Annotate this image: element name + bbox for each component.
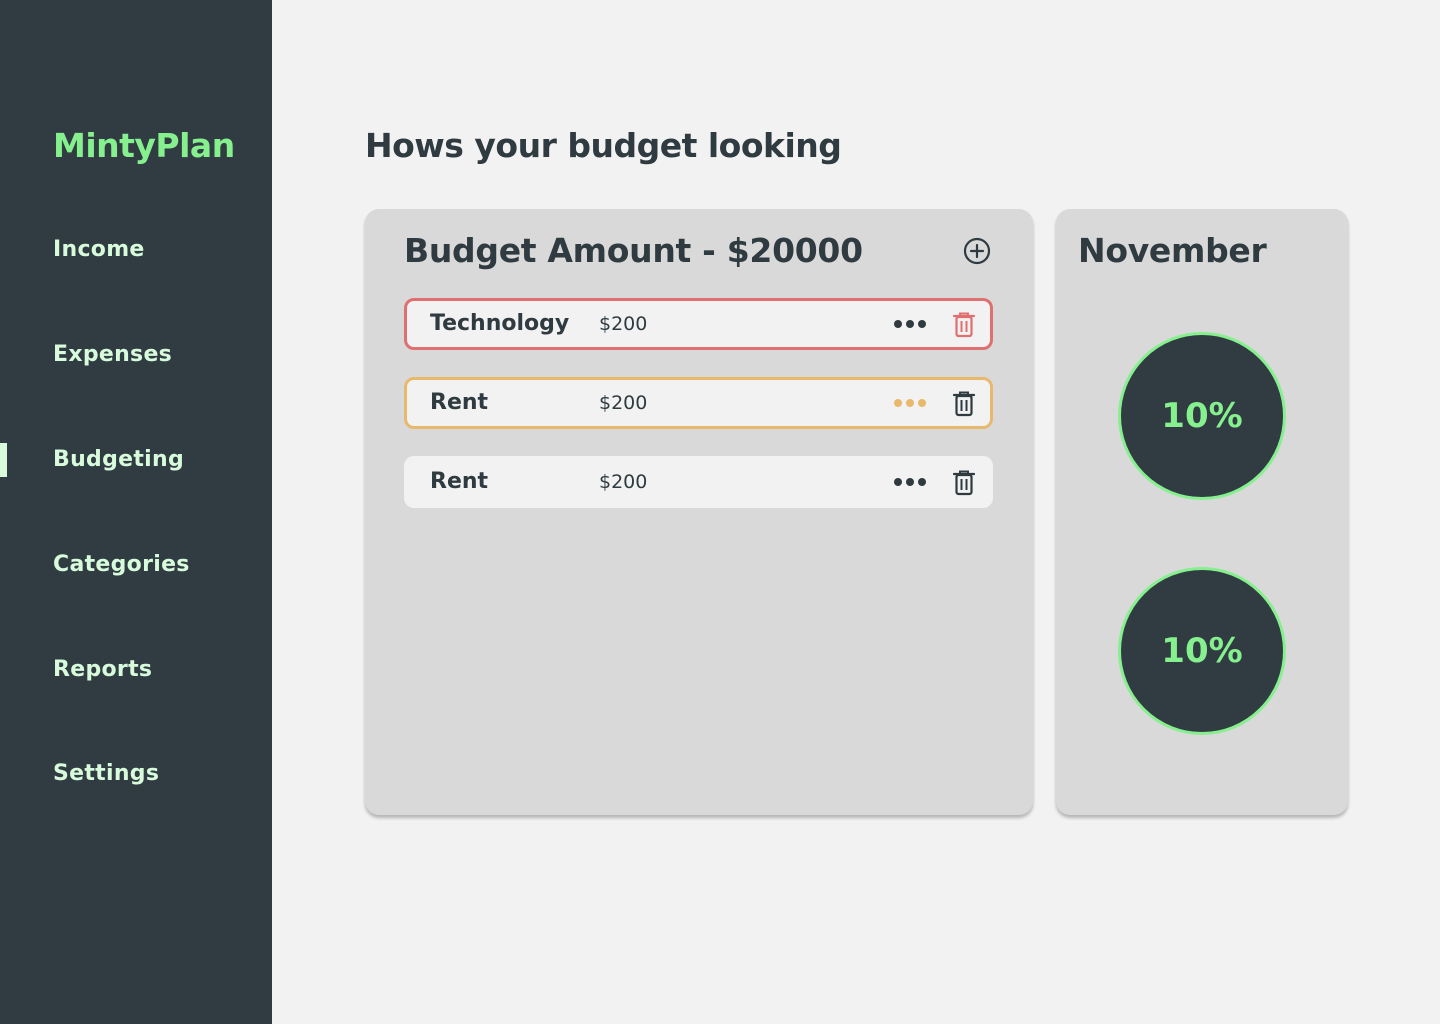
add-budget-item-button[interactable] [963, 237, 991, 265]
active-indicator [0, 443, 7, 477]
budget-item-row[interactable]: Rent $200 [404, 377, 993, 429]
page-title: Hows your budget looking [365, 126, 842, 165]
budget-item-name: Rent [430, 390, 489, 415]
sidebar-item-label: Expenses [53, 342, 173, 367]
sidebar-item-label: Reports [53, 657, 153, 682]
budget-card: Budget Amount - $20000 Technology $200 R… [365, 209, 1033, 815]
more-options-button[interactable] [890, 392, 930, 414]
sidebar-item-categories[interactable]: Categories [0, 546, 272, 586]
budget-item-amount: $200 [599, 392, 648, 414]
delete-button[interactable] [952, 390, 976, 418]
sidebar-item-budgeting[interactable]: Budgeting [0, 441, 272, 481]
percentage-value: 10% [1161, 631, 1243, 671]
percentage-stat: 10% [1118, 567, 1286, 735]
more-horizontal-icon [894, 320, 926, 328]
app-logo[interactable]: MintyPlan [53, 126, 235, 165]
sidebar: MintyPlan Income Expenses Budgeting Cate… [0, 0, 272, 1024]
sidebar-item-expenses[interactable]: Expenses [0, 336, 272, 376]
sidebar-item-reports[interactable]: Reports [0, 651, 272, 691]
trash-icon [952, 391, 976, 417]
percentage-value: 10% [1161, 396, 1243, 436]
sidebar-item-label: Income [53, 237, 145, 262]
more-options-button[interactable] [890, 471, 930, 493]
trash-icon [952, 470, 976, 496]
budget-item-row[interactable]: Rent $200 [404, 456, 993, 508]
budget-item-name: Rent [430, 469, 489, 494]
budget-item-row[interactable]: Technology $200 [404, 298, 993, 350]
sidebar-item-label: Settings [53, 761, 160, 786]
delete-button[interactable] [952, 469, 976, 497]
budget-item-amount: $200 [599, 313, 648, 335]
month-summary-card: November 10% 10% [1056, 209, 1348, 815]
more-horizontal-icon [894, 399, 926, 407]
sidebar-item-income[interactable]: Income [0, 231, 272, 271]
more-options-button[interactable] [890, 313, 930, 335]
month-heading: November [1078, 231, 1267, 270]
plus-circle-icon [963, 237, 991, 265]
percentage-stat: 10% [1118, 332, 1286, 500]
budget-item-amount: $200 [599, 471, 648, 493]
budget-item-name: Technology [430, 311, 570, 336]
sidebar-item-label: Budgeting [53, 447, 185, 472]
budget-amount-heading: Budget Amount - $20000 [404, 231, 863, 270]
trash-icon [952, 312, 976, 338]
more-horizontal-icon [894, 478, 926, 486]
delete-button[interactable] [952, 311, 976, 339]
sidebar-item-label: Categories [53, 552, 190, 577]
sidebar-item-settings[interactable]: Settings [0, 755, 272, 795]
